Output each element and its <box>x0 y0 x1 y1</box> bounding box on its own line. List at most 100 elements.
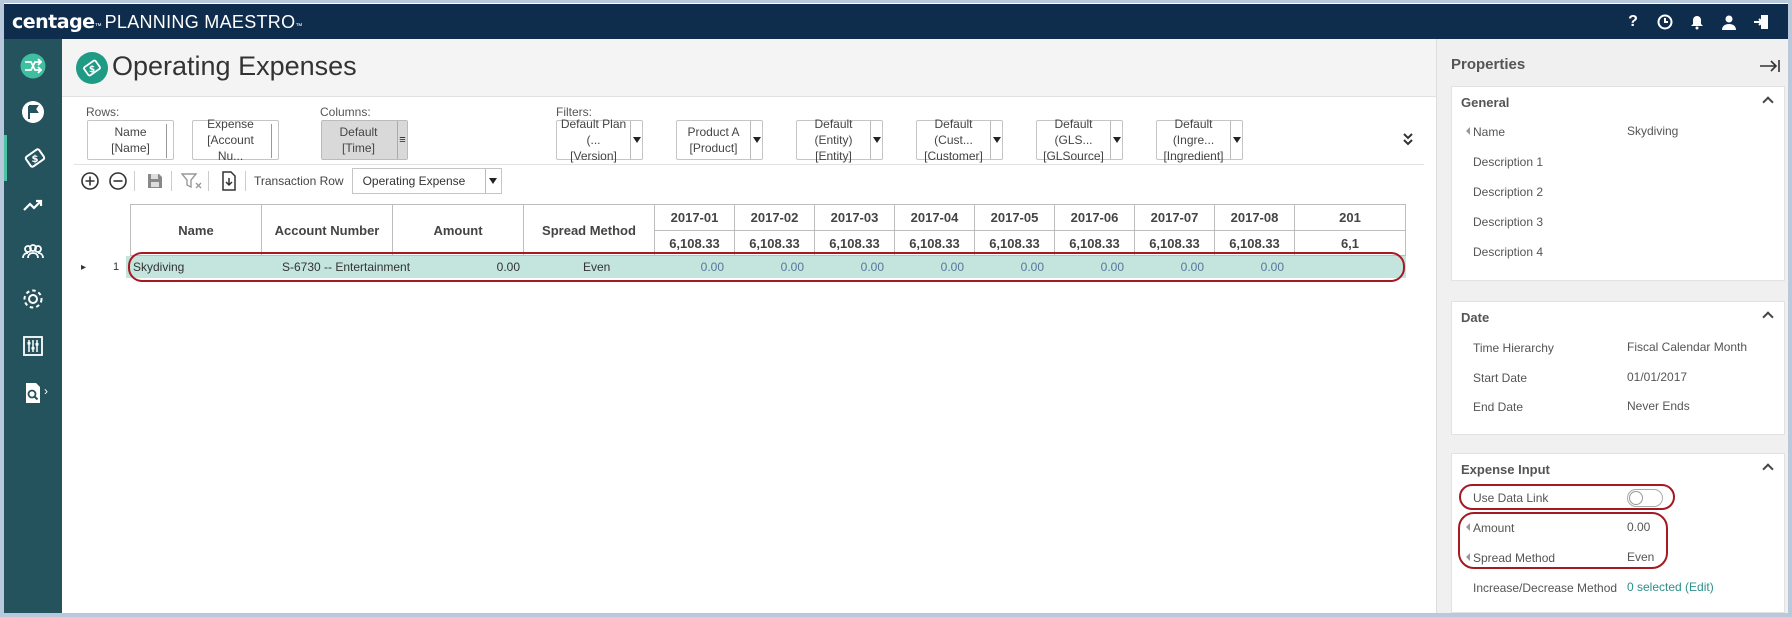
save-icon[interactable] <box>143 169 167 193</box>
ticket-icon[interactable]: $ <box>4 135 62 181</box>
filter-ingredient[interactable]: Default (Ingre... [Ingredient] <box>1156 117 1243 163</box>
prop-key: Name <box>1473 125 1506 139</box>
filter-product[interactable]: Product A [Product] <box>676 120 763 160</box>
prop-key: End Date <box>1473 400 1524 414</box>
prop-name[interactable]: Name Skydiving <box>1452 122 1786 142</box>
logout-icon[interactable] <box>1752 13 1770 31</box>
chip-menu-icon[interactable]: ≡ <box>397 121 407 159</box>
chip-line1: Default (Cust... <box>934 117 973 147</box>
expand-filters-icon[interactable] <box>1402 131 1414 150</box>
column-header-month[interactable]: 2017-01 <box>654 204 735 231</box>
column-header-month[interactable]: 2017-08 <box>1214 204 1295 231</box>
alerts-icon[interactable] <box>1688 13 1706 31</box>
chevron-down-icon[interactable] <box>750 121 762 159</box>
brand-name: centage <box>12 10 95 33</box>
annotation-highlight <box>1459 484 1675 510</box>
prop-start-date[interactable]: Start Date 01/01/2017 <box>1452 368 1786 388</box>
collapse-chevron-icon[interactable] <box>1762 96 1774 108</box>
trend-icon[interactable] <box>4 182 62 228</box>
chip-line1: Default (Ingre... <box>1172 117 1215 147</box>
logo-icon[interactable] <box>4 43 62 89</box>
chip-line1: Name <box>114 125 147 139</box>
toolbar-divider <box>245 170 246 191</box>
prop-increase-decrease[interactable]: Increase/Decrease Method 0 selected (Edi… <box>1452 578 1786 598</box>
column-header-name[interactable]: Name <box>130 204 262 256</box>
chip-line2: [Account Nu... <box>207 133 254 163</box>
gear-icon[interactable] <box>4 276 62 322</box>
drag-handle[interactable] <box>271 124 274 158</box>
general-section: General Name Skydiving Description 1 Des… <box>1451 86 1785 281</box>
chevron-down-icon[interactable] <box>1230 121 1242 159</box>
chevron-down-icon[interactable] <box>870 121 882 159</box>
column-header-month[interactable]: 2017-07 <box>1134 204 1215 231</box>
annotation-highlight <box>128 252 1405 282</box>
filter-entity[interactable]: Default (Entity) [Entity] <box>796 117 883 163</box>
brand-trademark: ™ <box>94 22 102 30</box>
prop-key: Description 4 <box>1473 245 1544 259</box>
expand-row-icon[interactable]: ▸ <box>81 256 86 278</box>
toolbar-divider <box>208 170 209 191</box>
column-header-spread[interactable]: Spread Method <box>523 204 655 256</box>
collapse-panel-icon[interactable] <box>1759 59 1781 76</box>
column-header-month[interactable]: 201 <box>1294 204 1406 231</box>
chip-line1: Default (Entity) <box>814 117 853 147</box>
prop-description-4[interactable]: Description 4 <box>1452 242 1786 262</box>
column-header-month[interactable]: 2017-02 <box>734 204 815 231</box>
top-bar: centage ™ PLANNING MAESTRO ™ ? <box>4 4 1788 39</box>
transaction-row-select[interactable]: Operating Expense <box>351 167 502 194</box>
column-header-amount[interactable]: Amount <box>392 204 524 256</box>
expand-chevron-icon[interactable]: › <box>44 384 48 398</box>
export-icon[interactable] <box>217 169 241 193</box>
collapse-chevron-icon[interactable] <box>1762 311 1774 323</box>
page-title: Operating Expenses <box>112 51 357 81</box>
collapse-chevron-icon[interactable] <box>1762 463 1774 475</box>
add-row-icon[interactable] <box>78 169 102 193</box>
chevron-down-icon[interactable] <box>1110 121 1122 159</box>
prop-key: Increase/Decrease Method <box>1473 581 1618 595</box>
column-header-account[interactable]: Account Number <box>261 204 393 256</box>
prop-description-3[interactable]: Description 3 <box>1452 212 1786 232</box>
date-section: Date Time Hierarchy Fiscal Calendar Mont… <box>1451 301 1785 435</box>
prop-value[interactable]: Fiscal Calendar Month <box>1627 340 1747 354</box>
chip-line1: Default <box>339 125 378 139</box>
user-icon[interactable] <box>1720 13 1738 31</box>
prop-description-2[interactable]: Description 2 <box>1452 182 1786 202</box>
prop-value[interactable]: Skydiving <box>1627 124 1678 138</box>
column-header-month[interactable]: 2017-04 <box>894 204 975 231</box>
transaction-row-label: Transaction Row <box>254 173 344 188</box>
chip-line1: Default Plan (... <box>560 117 627 147</box>
prop-value[interactable]: 01/01/2017 <box>1627 370 1687 384</box>
filter-glsource[interactable]: Default (GLS... [GLSource] <box>1036 117 1123 163</box>
brand-logo[interactable]: centage ™ PLANNING MAESTRO ™ <box>12 11 305 33</box>
flag-icon[interactable] <box>4 89 62 135</box>
chip-line1: Product A <box>687 125 740 139</box>
row-dimension-name[interactable]: Name [Name] <box>87 120 174 160</box>
column-dimension-time[interactable]: Default [Time] ≡ <box>321 120 408 160</box>
chip-line2: [Name] <box>111 141 150 155</box>
clear-filter-icon[interactable] <box>180 169 204 193</box>
data-grid: Name Account Number Amount Spread Method… <box>66 204 1406 294</box>
column-header-month[interactable]: 2017-06 <box>1054 204 1135 231</box>
filter-version[interactable]: Default Plan (... [Version] <box>556 117 643 163</box>
row-dimension-expense[interactable]: Expense [Account Nu... <box>192 117 279 163</box>
clock-icon[interactable] <box>1656 13 1674 31</box>
column-header-month[interactable]: 2017-05 <box>974 204 1055 231</box>
filter-customer[interactable]: Default (Cust... [Customer] <box>916 117 1003 163</box>
column-header-month[interactable]: 2017-03 <box>814 204 895 231</box>
rows-label: Rows: <box>86 105 120 119</box>
chevron-down-icon[interactable] <box>990 121 1002 159</box>
edit-selection-link[interactable]: 0 selected (Edit) <box>1627 580 1714 594</box>
team-icon[interactable] <box>4 229 62 275</box>
prop-value[interactable]: Never Ends <box>1627 399 1690 413</box>
prop-time-hierarchy[interactable]: Time Hierarchy Fiscal Calendar Month <box>1452 338 1786 358</box>
prop-end-date[interactable]: End Date Never Ends <box>1452 397 1786 417</box>
chevron-down-icon[interactable] <box>630 121 642 159</box>
chevron-down-icon[interactable] <box>484 168 501 193</box>
remove-row-icon[interactable] <box>106 169 130 193</box>
report-icon[interactable]: › <box>4 370 62 416</box>
sliders-icon[interactable] <box>4 323 62 369</box>
help-icon[interactable]: ? <box>1624 13 1642 31</box>
drag-handle[interactable] <box>166 124 169 158</box>
svg-text:$: $ <box>89 65 95 75</box>
prop-description-1[interactable]: Description 1 <box>1452 152 1786 172</box>
